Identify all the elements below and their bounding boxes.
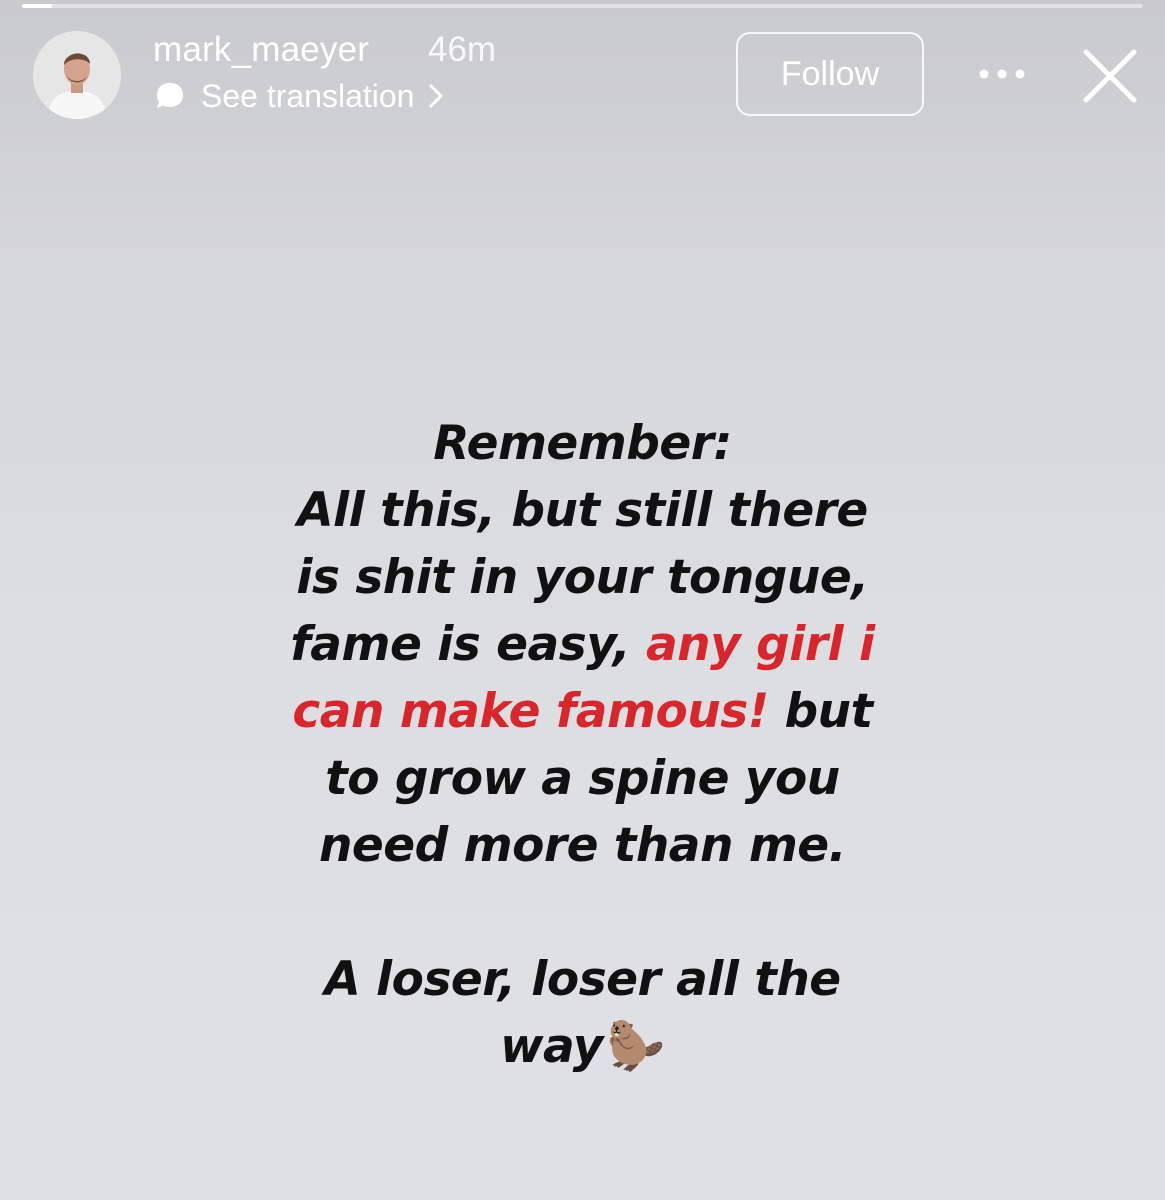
more-icon[interactable] xyxy=(978,56,1026,92)
story-text-line: fame is easy, any girl i xyxy=(150,611,1015,678)
story-text: Remember: All this, but still there is s… xyxy=(150,410,1015,1080)
speech-bubble-icon xyxy=(153,79,187,113)
story-text-line: Remember: xyxy=(433,416,732,471)
see-translation-label: See translation xyxy=(201,77,415,114)
beaver-emoji: 🦫 xyxy=(606,1019,666,1074)
chevron-right-icon xyxy=(426,82,446,110)
story-text-segment: but xyxy=(768,684,874,739)
avatar[interactable] xyxy=(33,31,121,119)
see-translation-link[interactable]: See translation xyxy=(153,76,446,116)
story-text-segment: way xyxy=(500,1019,603,1074)
story-text-line: All this, but still there xyxy=(297,483,868,538)
story-text-line: is shit in your tongue, xyxy=(296,550,869,605)
story-text-line: way🦫 xyxy=(150,1013,1015,1080)
story-text-line: can make famous! but xyxy=(150,678,1015,745)
highlighted-text: can make famous! xyxy=(292,684,769,739)
close-icon[interactable] xyxy=(1080,46,1140,106)
story-text-segment: fame is easy, xyxy=(290,617,646,672)
username[interactable]: mark_maeyer xyxy=(153,30,369,70)
line-spacer xyxy=(150,879,1015,946)
post-time: 46m xyxy=(428,30,497,69)
story-text-line: A loser, loser all the xyxy=(324,952,841,1007)
story-header: mark_maeyer 46m See translation Follow xyxy=(0,0,1165,140)
follow-button[interactable]: Follow xyxy=(736,32,924,116)
story-text-line: to grow a spine you xyxy=(325,751,840,806)
highlighted-text: any girl i xyxy=(645,617,875,672)
avatar-image xyxy=(33,31,121,119)
story-text-line: need more than me. xyxy=(318,818,847,873)
